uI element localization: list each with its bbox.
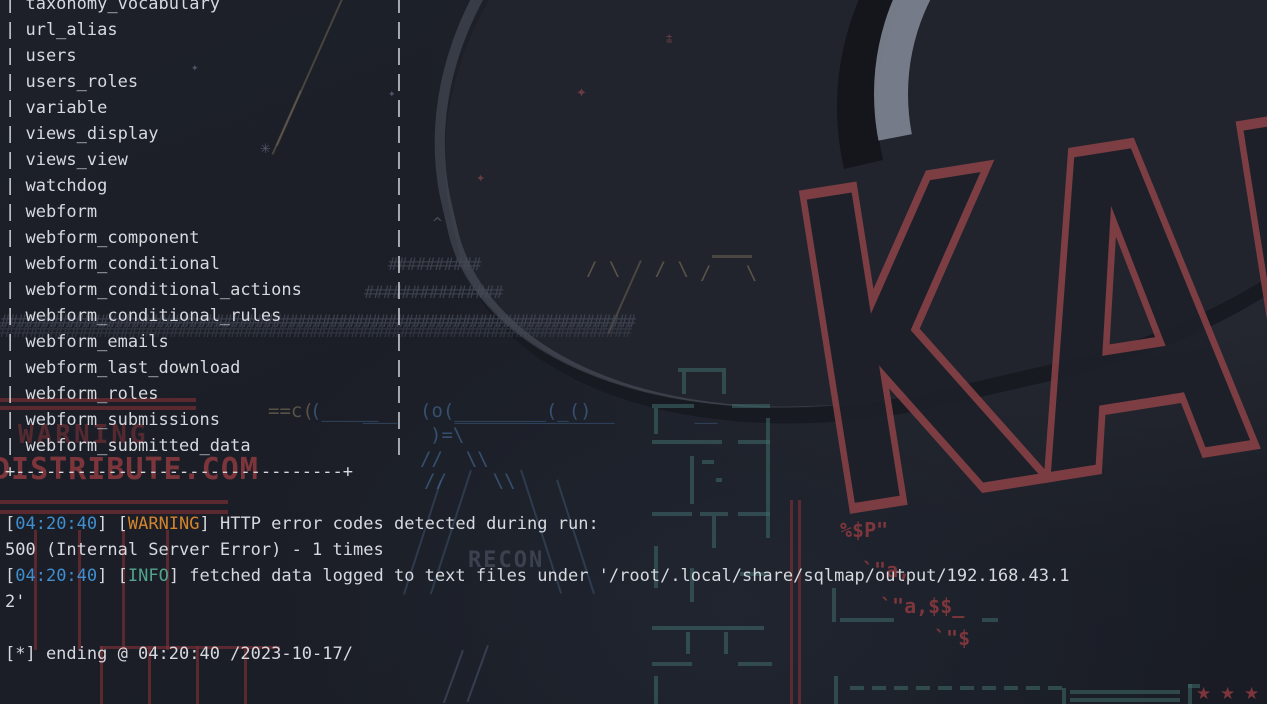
log-line: [04:20:40] [WARNING] HTTP error codes de… xyxy=(5,514,599,534)
table-row: | webform_component | xyxy=(5,228,405,248)
table-row: | watchdog | xyxy=(5,176,405,196)
log-ending-line: [*] ending @ 04:20:40 /2023-10-17/ xyxy=(5,644,353,664)
log-timestamp: 04:20:40 xyxy=(15,566,98,586)
log-line-continuation: 2' xyxy=(5,592,26,612)
terminal-output: | taxonomy_vocabulary | | url_alias | | us… xyxy=(0,0,1267,704)
log-timestamp: 04:20:40 xyxy=(15,514,98,534)
table-row: | webform_conditional_actions | xyxy=(5,280,405,300)
table-row: | views_display | xyxy=(5,124,405,144)
table-row: | webform_conditional_rules | xyxy=(5,306,405,326)
table-row: | webform_emails | xyxy=(5,332,405,352)
table-row: | variable | xyxy=(5,98,405,118)
table-row: | webform | xyxy=(5,202,405,222)
table-row: | taxonomy_vocabulary | xyxy=(5,0,405,14)
table-row: | webform_submissions | xyxy=(5,410,405,430)
table-row: | webform_conditional | xyxy=(5,254,405,274)
table-row: | webform_roles | xyxy=(5,384,405,404)
table-footer-rule: +--------------------------------+ xyxy=(5,462,353,482)
table-row: | webform_last_download | xyxy=(5,358,405,378)
table-row: | users_roles | xyxy=(5,72,405,92)
log-level-badge: INFO xyxy=(127,566,169,586)
table-row: | webform_submitted_data | xyxy=(5,436,405,456)
table-row: | url_alias | xyxy=(5,20,405,40)
terminal-window[interactable]: KALI ✳ ✦ ✦ ^ ✦ ✦ ⩲ ########## ##########… xyxy=(0,0,1267,704)
table-row: | views_view | xyxy=(5,150,405,170)
log-level-badge: WARNING xyxy=(127,514,200,534)
log-line-continuation: 500 (Internal Server Error) - 1 times xyxy=(5,540,384,560)
table-row: | users | xyxy=(5,46,405,66)
log-line: [04:20:40] [INFO] fetched data logged to… xyxy=(5,566,1070,586)
